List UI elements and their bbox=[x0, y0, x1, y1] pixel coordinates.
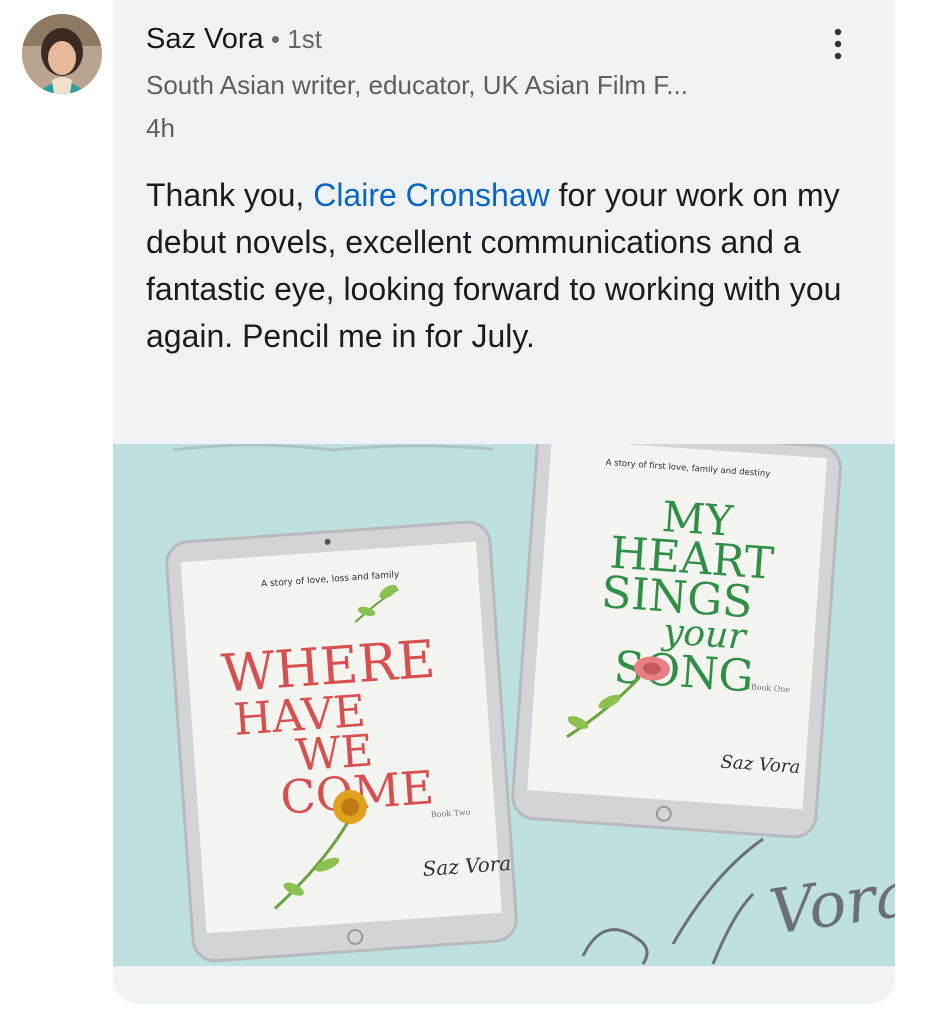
author-headline: South Asian writer, educator, UK Asian F… bbox=[146, 70, 688, 100]
connection-degree: 1st bbox=[287, 24, 322, 54]
mention-link[interactable]: Claire Cronshaw bbox=[313, 177, 550, 213]
more-vertical-icon bbox=[834, 28, 842, 60]
post-body: Thank you, Claire Cronshaw for your work… bbox=[146, 172, 876, 360]
post-menu-button[interactable] bbox=[823, 22, 853, 66]
post-text-before: Thank you, bbox=[146, 177, 314, 213]
author-name-row: Saz Vora • 1st bbox=[146, 23, 322, 56]
post-card: Saz Vora • 1st South Asian writer, educa… bbox=[113, 0, 895, 1004]
avatar-photo bbox=[22, 14, 102, 94]
author-avatar[interactable] bbox=[22, 14, 102, 94]
book-cover-graphic: Vora A story of love, loss and family WH… bbox=[113, 444, 895, 966]
separator: • bbox=[263, 24, 288, 54]
post-time: 4h bbox=[146, 113, 175, 143]
tablet-right: A story of first love, family and destin… bbox=[511, 444, 842, 839]
tablet-left: A story of love, loss and family WHERE H… bbox=[165, 520, 518, 963]
author-name[interactable]: Saz Vora bbox=[146, 23, 264, 55]
post-image[interactable]: Vora A story of love, loss and family WH… bbox=[113, 444, 895, 966]
book-right-title-5: SONG bbox=[612, 642, 755, 703]
